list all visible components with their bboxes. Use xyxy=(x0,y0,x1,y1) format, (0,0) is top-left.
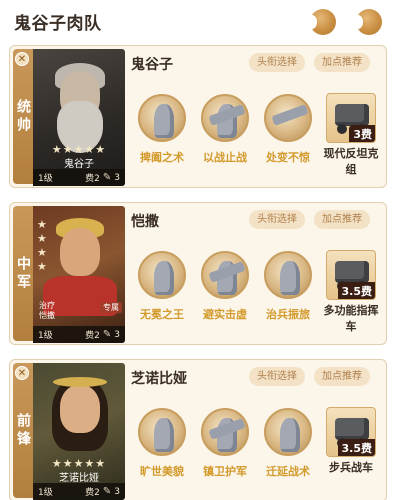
lineup-card-center: 中军 ★ ★ ★ ★ 治疗 恺撒 专属 1级 费2 ✎ 3 恺撒 头衔选择 加点推荐 … xyxy=(9,202,387,345)
skill-name: 迁延战术 xyxy=(266,465,310,478)
general-portrait[interactable]: ★ ★ ★ ★ 治疗 恺撒 专属 1级 费2 ✎ 3 xyxy=(33,206,125,343)
lineup-card-vanguard: 前锋 ✕ ★★★★★ 芝诺比娅 1级 费2 ✎ 3 芝诺比娅 头衔选择 加点推荐… xyxy=(9,359,387,500)
skill-icon xyxy=(138,408,186,456)
title-select-button[interactable]: 头衔选择 xyxy=(249,367,305,386)
skill-icon xyxy=(264,251,312,299)
skill-icon xyxy=(264,408,312,456)
skill-icon xyxy=(138,251,186,299)
portrait-subtitle: 治疗 xyxy=(39,301,55,310)
skill-slot-3[interactable]: 处变不惊 xyxy=(257,94,319,165)
skill-icon xyxy=(201,251,249,299)
skill-icon xyxy=(201,408,249,456)
lineup-card-commander: 统帅 ✕ ★★★★★ 鬼谷子 1级 费2 ✎ 3 鬼谷子 头衔选择 加点推荐 捭… xyxy=(9,45,387,188)
portrait-name: 鬼谷子 xyxy=(64,159,94,170)
gear-icon: 3费 xyxy=(326,93,376,143)
position-label: 前锋 xyxy=(15,412,31,449)
skill-name: 捭阖之术 xyxy=(140,151,184,164)
portrait-face xyxy=(60,385,100,433)
skill-slot-2[interactable]: 以战止战 xyxy=(194,94,256,165)
general-name: 芝诺比娅 xyxy=(131,371,187,387)
level-text: 1级 xyxy=(38,488,53,498)
portrait-crown xyxy=(53,377,107,387)
skill-slot-2[interactable]: 避实击虚 xyxy=(194,251,256,322)
feather-icon: ✎ xyxy=(102,172,112,183)
gear-slot[interactable]: 3费 现代反坦克组 xyxy=(321,93,381,178)
level-text: 1级 xyxy=(38,174,53,184)
skill-slot-3[interactable]: 迁延战术 xyxy=(257,408,319,479)
remove-general-icon[interactable]: ✕ xyxy=(15,366,29,380)
gear-cost-badge: 3.5费 xyxy=(337,282,375,299)
gear-cost-badge: 3费 xyxy=(349,125,375,142)
gear-name: 多功能指挥车 xyxy=(323,304,379,333)
skill-slot-3[interactable]: 治兵振旅 xyxy=(257,251,319,322)
gear-slot[interactable]: 3.5费 步兵战车 xyxy=(321,407,381,476)
title-select-button[interactable]: 头衔选择 xyxy=(249,210,305,229)
position-strip: 中军 xyxy=(13,206,33,341)
gear-cost-badge: 3.5费 xyxy=(337,439,375,456)
cost-text: 费2 xyxy=(85,174,100,184)
general-portrait[interactable]: ★★★★★ 芝诺比娅 1级 费2 ✎ 3 xyxy=(33,363,125,500)
skill-name: 治兵振旅 xyxy=(266,308,310,321)
gear-name: 现代反坦克组 xyxy=(323,147,379,176)
star-rating: ★ ★ ★ ★ xyxy=(37,218,47,273)
gear-icon: 3.5费 xyxy=(326,407,376,457)
skill-name: 无冕之王 xyxy=(140,308,184,321)
title-select-button[interactable]: 头衔选择 xyxy=(249,53,305,72)
points-recommend-button[interactable]: 加点推荐 xyxy=(314,53,370,72)
general-name: 鬼谷子 xyxy=(131,57,173,73)
general-name: 恺撒 xyxy=(131,214,159,230)
skill-slot-1[interactable]: 旷世美貌 xyxy=(131,408,193,479)
portrait-footer: 1级 费2 ✎ 3 xyxy=(33,326,125,343)
portrait-footer: 1级 费2 ✎ 3 xyxy=(33,483,125,500)
points-recommend-button[interactable]: 加点推荐 xyxy=(314,367,370,386)
count-text: 3 xyxy=(114,486,120,497)
skill-slot-2[interactable]: 镇卫护军 xyxy=(194,408,256,479)
skill-name: 以战止战 xyxy=(203,151,247,164)
position-strip: 统帅 xyxy=(13,49,33,184)
position-strip: 前锋 xyxy=(13,363,33,498)
skill-name: 避实击虚 xyxy=(203,308,247,321)
cost-text: 费2 xyxy=(85,331,100,341)
header-actions xyxy=(307,9,382,35)
general-portrait[interactable]: ★★★★★ 鬼谷子 1级 费2 ✎ 3 xyxy=(33,49,125,186)
page-title: 鬼谷子肉队 xyxy=(14,14,102,34)
back-arrow-icon[interactable] xyxy=(307,9,336,35)
cost-text: 费2 xyxy=(85,488,100,498)
skill-slot-1[interactable]: 无冕之王 xyxy=(131,251,193,322)
portrait-footer: 1级 费2 ✎ 3 xyxy=(33,169,125,186)
feather-icon: ✎ xyxy=(102,486,112,497)
skill-name: 旷世美貌 xyxy=(140,465,184,478)
gear-slot[interactable]: 3.5费 多功能指挥车 xyxy=(321,250,381,335)
position-label: 统帅 xyxy=(15,98,31,135)
portrait-name-text: 恺撒 xyxy=(39,311,55,320)
skill-icon xyxy=(264,94,312,142)
points-recommend-button[interactable]: 加点推荐 xyxy=(314,210,370,229)
skill-name: 处变不惊 xyxy=(266,151,310,164)
gear-icon: 3.5费 xyxy=(326,250,376,300)
portrait-face xyxy=(60,228,100,276)
count-text: 3 xyxy=(114,172,120,183)
portrait-name: 芝诺比娅 xyxy=(59,473,99,484)
skill-icon xyxy=(138,94,186,142)
feather-icon: ✎ xyxy=(102,329,112,340)
gear-name: 步兵战车 xyxy=(329,461,373,474)
remove-general-icon[interactable]: ✕ xyxy=(15,52,29,66)
forward-arrow-icon[interactable] xyxy=(353,9,382,35)
skill-name: 镇卫护军 xyxy=(203,465,247,478)
portrait-name: 治疗 恺撒 xyxy=(39,301,55,321)
level-text: 1级 xyxy=(38,331,53,341)
skill-icon xyxy=(201,94,249,142)
skill-slot-1[interactable]: 捭阖之术 xyxy=(131,94,193,165)
position-label: 中军 xyxy=(15,255,31,292)
exclusive-tag: 专属 xyxy=(100,302,122,313)
count-text: 3 xyxy=(114,329,120,340)
